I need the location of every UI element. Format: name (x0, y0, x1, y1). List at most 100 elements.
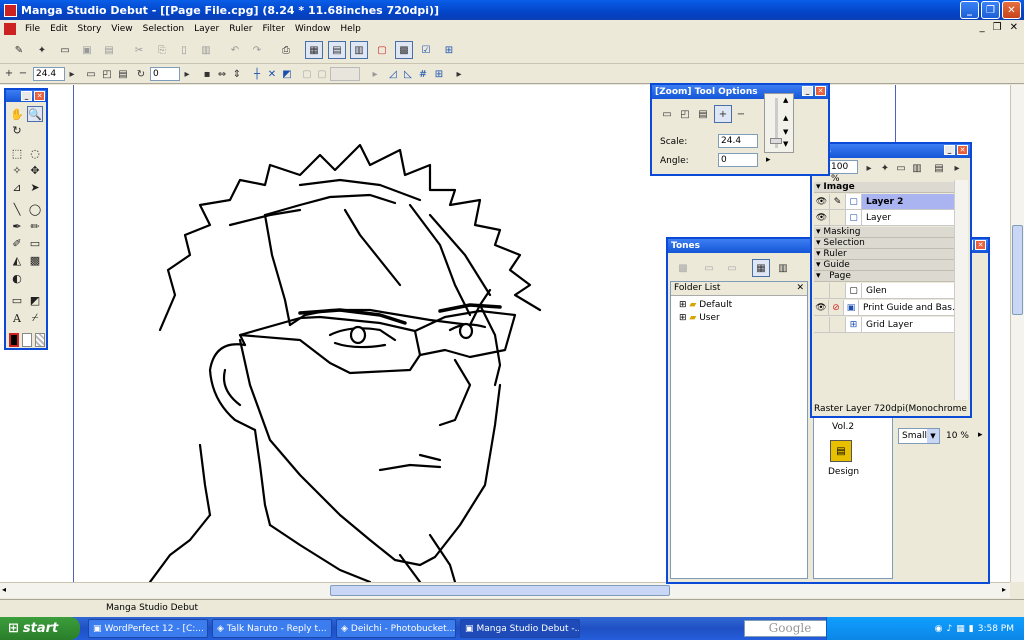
snap-icon[interactable]: ◩ (278, 65, 296, 83)
lock-icon[interactable]: ⊘ (828, 300, 844, 315)
transparent-color-swatch[interactable] (35, 333, 45, 347)
rotate-tool-icon[interactable]: ↻ (9, 122, 25, 138)
snap-field[interactable] (330, 67, 360, 81)
zoom-out-mode-icon[interactable]: − (732, 105, 750, 123)
frame-icon[interactable]: ⊞ (430, 65, 448, 83)
eye-icon[interactable]: 👁 (814, 300, 829, 315)
actual-size-small-icon[interactable]: ▤ (694, 105, 712, 123)
group-masking[interactable]: ▾ Masking (814, 227, 954, 238)
menu-story[interactable]: Story (73, 24, 107, 34)
ellipse-tool-icon[interactable]: ◯ (27, 201, 43, 217)
zoom-options-minimize-button[interactable]: _ (802, 86, 813, 96)
marker-tool-icon[interactable]: ✐ (9, 235, 25, 251)
layer-menu-icon[interactable]: ▸ (950, 159, 964, 177)
snap-ruler-icon[interactable]: ▢ (313, 65, 331, 83)
step-up-icon[interactable]: ▲ (783, 96, 788, 104)
menu-layer[interactable]: Layer (189, 24, 224, 34)
lock-cell[interactable] (830, 317, 846, 332)
menu-help[interactable]: Help (335, 24, 366, 34)
zoom-tool-icon[interactable]: 🔍 (27, 106, 43, 122)
task-wordperfect[interactable]: ▣ WordPerfect 12 - [C:... (88, 619, 208, 638)
fit-width-small-icon[interactable]: ◰ (676, 105, 694, 123)
eye-cell[interactable] (814, 317, 830, 332)
delete-layer-icon[interactable]: ▥ (910, 159, 924, 177)
start-button[interactable]: ⊞ start (0, 617, 80, 640)
vertical-scrollbar[interactable] (1010, 85, 1024, 582)
undo-icon[interactable]: ↶ (226, 41, 244, 59)
move-tool-icon[interactable]: ✥ (27, 162, 43, 178)
frame-tool-icon[interactable]: ◩ (27, 292, 43, 308)
eye-icon[interactable]: 👁 (814, 210, 830, 225)
properties-icon[interactable]: ☑ (417, 41, 435, 59)
tone-apply-icon[interactable]: ▩ (674, 259, 692, 277)
layer-row-glen[interactable]: ▢ Glen (814, 283, 954, 299)
group-image[interactable]: ▾ Image (814, 182, 954, 193)
open-icon[interactable]: ▭ (56, 41, 74, 59)
eye-cell[interactable] (814, 283, 830, 298)
save-icon[interactable]: ▣ (78, 41, 96, 59)
collapse-icon[interactable]: ▾ (816, 238, 821, 248)
volume-icon[interactable]: ♪ (947, 624, 953, 634)
folder-default[interactable]: ⊞ ▰ Default (679, 299, 807, 312)
eyedropper-tool-icon[interactable]: ⌿ (27, 310, 43, 326)
tray-icon[interactable]: ◉ (935, 624, 943, 634)
opacity-dropdown-icon[interactable]: ▸ (862, 159, 876, 177)
snap-dropdown-icon[interactable]: ▸ (366, 65, 384, 83)
folder-user[interactable]: ⊞ ▰ User (679, 312, 807, 325)
pattern-tool-icon[interactable]: ▩ (27, 252, 43, 268)
menu-selection[interactable]: Selection (138, 24, 189, 34)
copy-icon[interactable]: ⎘ (153, 41, 171, 59)
eraser-tool-icon[interactable]: ▭ (27, 235, 43, 251)
down-icon[interactable]: ▼ (783, 128, 788, 136)
expand-icon[interactable]: ⊞ (679, 313, 687, 323)
doc-minimize-button[interactable]: _ (980, 22, 985, 33)
tools-close-button[interactable]: ✕ (34, 91, 45, 101)
collapse-icon[interactable]: ▾ (816, 227, 821, 237)
redo-icon[interactable]: ↷ (248, 41, 266, 59)
magic-wand-tool-icon[interactable]: ✧ (9, 162, 25, 178)
up-icon[interactable]: ▲ (783, 114, 788, 122)
step-down-icon[interactable]: ▼ (783, 140, 788, 148)
panel-ruler-tool-icon[interactable]: ▭ (9, 292, 25, 308)
layer-row-print-guide[interactable]: 👁 ⊘ ▣ Print Guide and Bas... (814, 300, 954, 316)
zoom-in-mode-icon[interactable]: + (714, 105, 732, 123)
zoom-field[interactable]: 24.4 (33, 67, 65, 81)
fill-tool-icon[interactable]: ◭ (9, 252, 25, 268)
signal-icon[interactable]: ▮ (969, 624, 974, 634)
group-page[interactable]: ▾ Page (814, 271, 954, 282)
marquee-tool-icon[interactable]: ⬚ (9, 145, 25, 161)
menu-file[interactable]: File (20, 24, 45, 34)
restore-button[interactable]: ❐ (981, 1, 1000, 19)
horizontal-scroll-thumb[interactable] (330, 585, 670, 596)
flip-vertical-icon[interactable]: ⇕ (228, 65, 246, 83)
rotate-field[interactable]: 0 (150, 67, 180, 81)
group-selection[interactable]: ▾ Selection (814, 238, 954, 249)
task-photobucket[interactable]: ◈ DeiIchi - Photobucket... (336, 619, 456, 638)
horizontal-scrollbar[interactable]: ◂ ▸ (0, 582, 1010, 598)
tones-palette-icon[interactable]: ▩ (395, 41, 413, 59)
folder-list-close-icon[interactable]: ✕ (796, 282, 804, 295)
task-manga-studio[interactable]: ▣ Manga Studio Debut -... (460, 619, 580, 638)
thumbnail-view-icon[interactable]: ▦ (752, 259, 770, 277)
layers-close-button[interactable]: ✕ (957, 145, 968, 155)
percent-dropdown-icon[interactable]: ▸ (978, 430, 983, 440)
collapse-icon[interactable]: ▾ (816, 249, 821, 259)
layer-row-grid[interactable]: ⊞ Grid Layer (814, 317, 954, 333)
zoom-dropdown-icon[interactable]: ▸ (66, 65, 78, 83)
tone-design-label[interactable]: Design (828, 467, 859, 477)
list-view-icon[interactable]: ▥ (774, 259, 792, 277)
clock[interactable]: 3:58 PM (978, 624, 1014, 634)
menu-edit[interactable]: Edit (45, 24, 72, 34)
scale-slider[interactable]: ▲ ▲ ▼ ▼ (764, 93, 794, 153)
group-ruler[interactable]: ▾ Ruler (814, 249, 954, 260)
collapse-icon[interactable]: ▾ (816, 182, 821, 192)
navigator-icon[interactable]: ▢ (373, 41, 391, 59)
collapse-icon[interactable]: ▾ (816, 271, 821, 281)
scroll-left-icon[interactable]: ◂ (2, 585, 6, 594)
gradient-tool-icon[interactable]: ◐ (9, 270, 25, 286)
collapse-icon[interactable]: ▾ (816, 260, 821, 270)
pencil-tool-icon[interactable]: ✏ (27, 218, 43, 234)
save-as-icon[interactable]: ▤ (100, 41, 118, 59)
close-button[interactable]: ✕ (1002, 1, 1021, 19)
pen-tool-icon[interactable]: ✒ (9, 218, 25, 234)
